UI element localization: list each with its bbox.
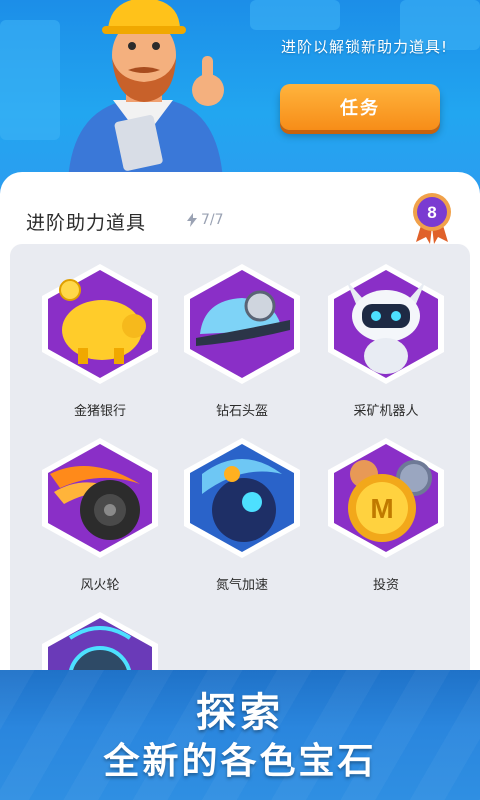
item-gold-piggy-bank[interactable]: 金猪银行 (30, 260, 170, 419)
item-nitro-boost[interactable]: 氮气加速 (172, 434, 312, 593)
items-count-text: 7/7 (201, 212, 224, 228)
gold-piggy-bank-icon (42, 264, 158, 384)
svg-text:M: M (370, 493, 393, 524)
items-count: 7/7 (186, 212, 224, 228)
item-investment[interactable]: M 投资 (316, 434, 456, 593)
footer-title: 探索 (196, 690, 284, 736)
boost-items-panel: 进阶助力道具 7/7 8 金猪银行 钻石头盔 采矿机器人 风火轮 氮气加速 M … (0, 172, 480, 744)
footer-subtitle: 全新的各色宝石 (103, 741, 377, 782)
promo-header: 进阶以解锁新助力道具! 任务 (0, 0, 480, 190)
item-label: 风火轮 (80, 578, 120, 593)
item-label: 钻石头盔 (215, 404, 268, 419)
item-label: 氮气加速 (215, 578, 268, 593)
background-building (250, 0, 340, 30)
item-label: 投资 (372, 578, 399, 593)
promo-footer-banner: 探索 全新的各色宝石 (0, 670, 480, 800)
item-label: 金猪银行 (73, 404, 126, 419)
level-badge[interactable]: 8 (412, 192, 452, 244)
promo-text: 进阶以解锁新助力道具! (280, 38, 448, 56)
fire-wheel-icon (42, 438, 158, 558)
task-button[interactable]: 任务 (280, 84, 440, 130)
background-building (0, 20, 60, 140)
item-fire-wheel[interactable]: 风火轮 (30, 434, 170, 593)
nitro-boost-icon (184, 438, 300, 558)
mining-robot-icon (328, 264, 444, 384)
item-mining-robot[interactable]: 采矿机器人 (316, 260, 456, 419)
panel-title: 进阶助力道具 (26, 212, 147, 234)
items-grid: 金猪银行 钻石头盔 采矿机器人 风火轮 氮气加速 M 投资 (10, 244, 470, 744)
level-number: 8 (427, 203, 436, 222)
diamond-helmet-icon (184, 264, 300, 384)
lightning-icon (187, 213, 197, 227)
builder-mascot-icon (68, 0, 224, 180)
item-label: 采矿机器人 (353, 404, 419, 419)
investment-coin-icon: M (328, 438, 444, 558)
item-diamond-helmet[interactable]: 钻石头盔 (172, 260, 312, 419)
